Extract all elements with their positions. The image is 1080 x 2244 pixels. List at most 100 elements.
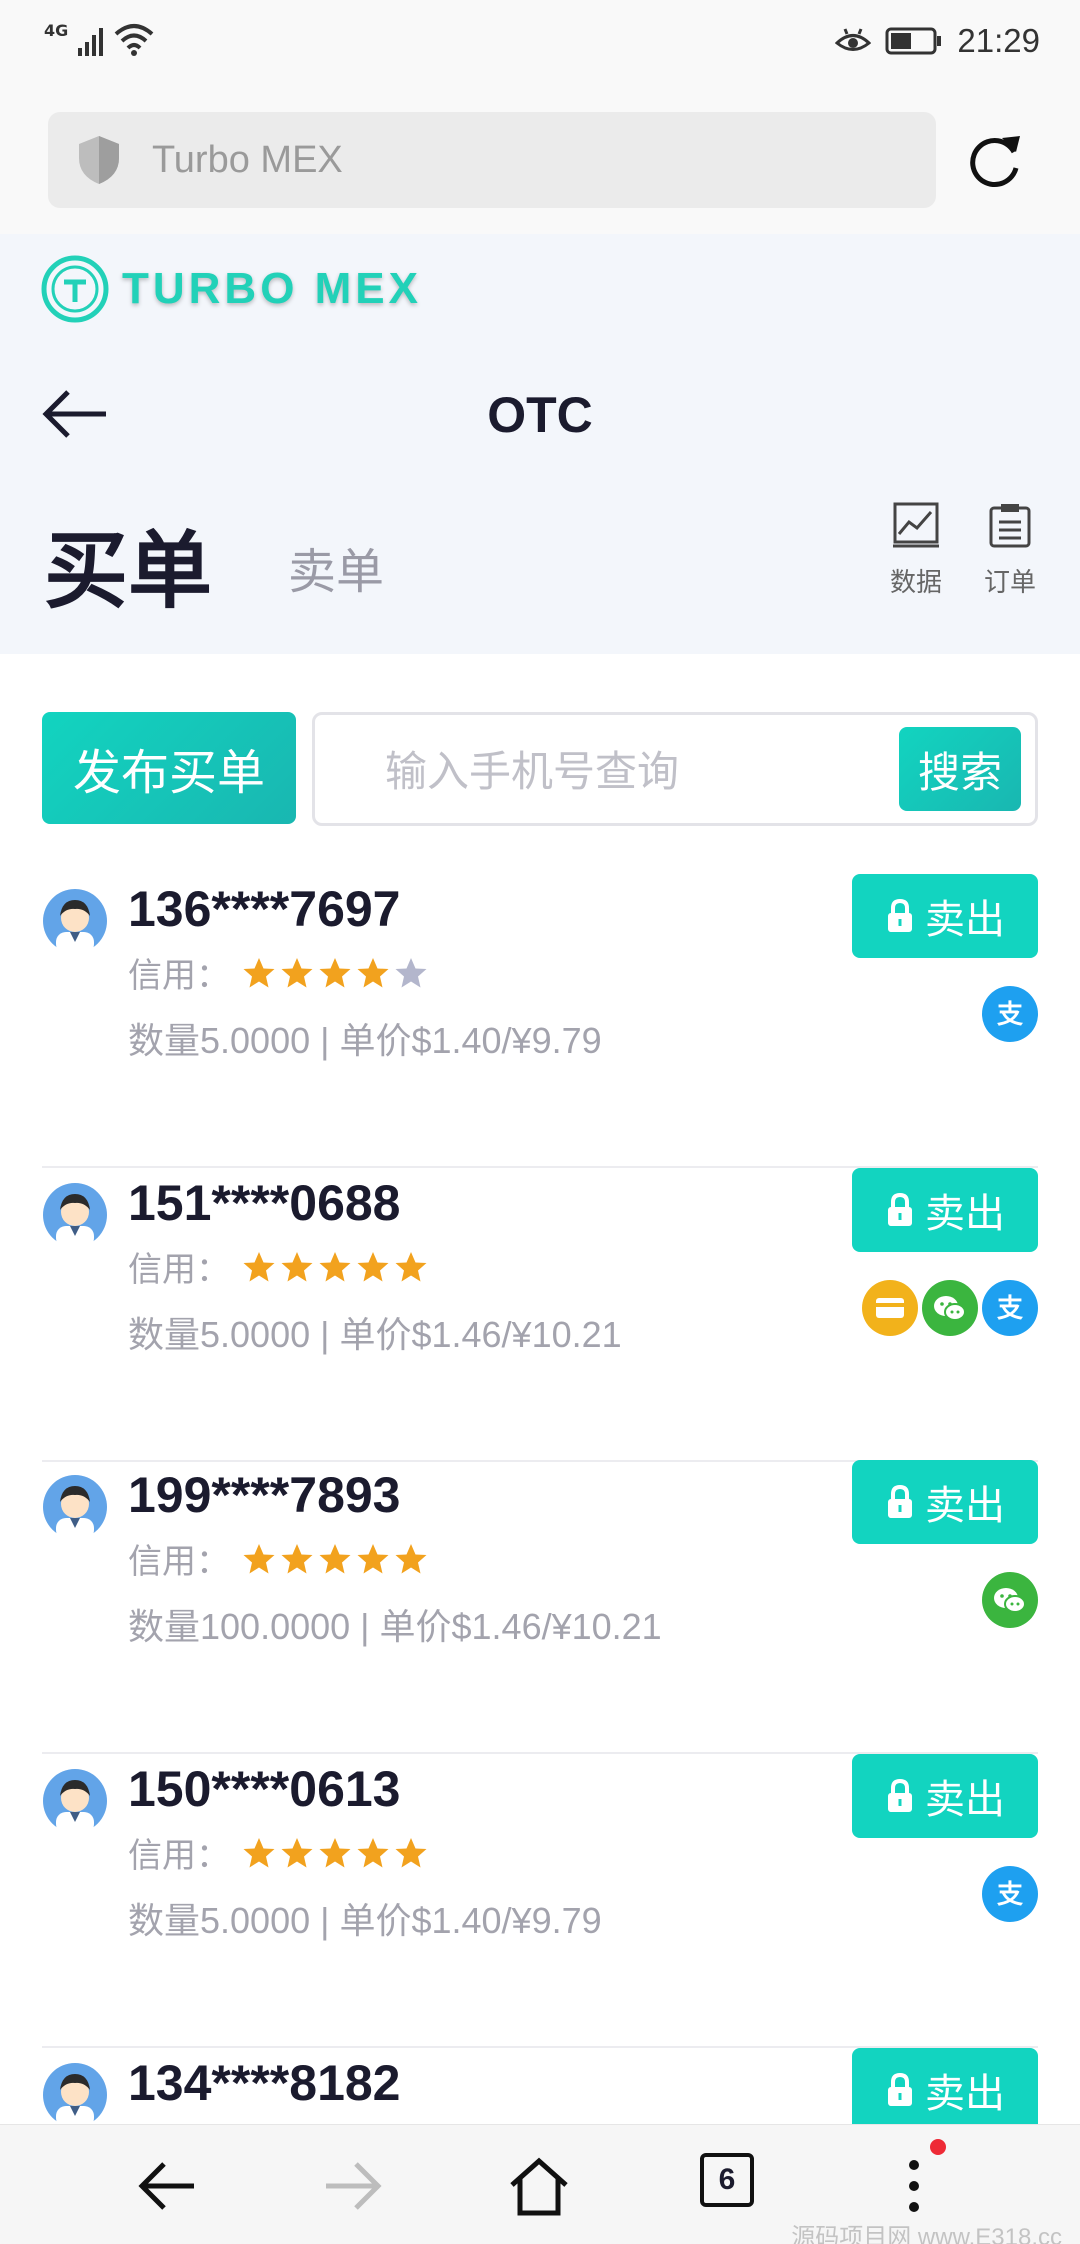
listing-details: 数量5.0000 | 单价$1.40/¥9.79 xyxy=(128,1020,602,1061)
tab-sell-orders[interactable]: 卖单 xyxy=(288,532,384,602)
star-icon xyxy=(357,1543,389,1573)
credit-label: 信用： xyxy=(128,1250,230,1290)
network-indicators: 4G xyxy=(44,21,154,56)
wechat-icon xyxy=(982,1572,1038,1628)
svg-text:支: 支 xyxy=(997,1294,1023,1324)
avatar xyxy=(42,1474,108,1540)
reload-icon[interactable] xyxy=(966,130,1026,190)
tab-buy-orders[interactable]: 买单 xyxy=(44,504,212,625)
user-phone: 136****7697 xyxy=(128,881,401,937)
sell-label: 卖出 xyxy=(925,1778,1005,1822)
user-phone: 151****0688 xyxy=(128,1175,401,1231)
payment-methods: 支 xyxy=(862,1280,1038,1336)
battery-icon xyxy=(885,27,942,55)
star-icon xyxy=(243,1543,275,1573)
data-button[interactable]: 数据 xyxy=(890,502,942,599)
wifi-icon xyxy=(114,24,154,56)
credit-label: 信用： xyxy=(128,956,230,996)
svg-text:支: 支 xyxy=(997,1880,1023,1910)
page-title: OTC xyxy=(487,387,593,443)
logo-text: TURBO MEX xyxy=(122,264,422,313)
star-icon xyxy=(395,957,427,987)
star-icon xyxy=(281,957,313,987)
payment-methods: 支 xyxy=(982,986,1038,1042)
sell-label: 卖出 xyxy=(925,1192,1005,1236)
sell-label: 卖出 xyxy=(925,898,1005,942)
nav-forward-icon[interactable] xyxy=(322,2155,384,2217)
sell-button[interactable]: 卖出 xyxy=(852,2048,1038,2132)
sell-button[interactable]: 卖出 xyxy=(852,874,1038,958)
nav-menu-icon[interactable] xyxy=(900,2155,962,2217)
star-icon xyxy=(243,1251,275,1281)
star-icon xyxy=(319,1543,351,1573)
star-icon xyxy=(243,1837,275,1867)
listing-details: 数量5.0000 | 单价$1.46/¥10.21 xyxy=(128,1314,622,1355)
svg-text:支: 支 xyxy=(997,1000,1023,1030)
listing-details: 数量5.0000 | 单价$1.40/¥9.79 xyxy=(128,1900,602,1941)
orders-button[interactable]: 订单 xyxy=(984,502,1036,599)
shield-icon xyxy=(79,136,119,184)
avatar xyxy=(42,888,108,954)
payment-methods: 支 xyxy=(982,1866,1038,1922)
star-icon xyxy=(319,957,351,987)
listing-row: 199****7893 信用： 数量100.0000 | 单价$1.46/¥10.2… xyxy=(42,1460,1038,1754)
credit-rating: 信用： xyxy=(128,1242,428,1291)
lock-icon xyxy=(885,1484,915,1520)
rating-stars xyxy=(242,956,428,990)
app-header: TURBO MEX OTC 买单 卖单 数据 订单 xyxy=(0,234,1080,654)
star-icon xyxy=(395,1251,427,1281)
star-icon xyxy=(243,957,275,987)
user-phone: 134****8182 xyxy=(128,2055,401,2111)
star-icon xyxy=(395,1543,427,1573)
chart-icon xyxy=(893,502,939,548)
star-icon xyxy=(319,1251,351,1281)
credit-rating: 信用： xyxy=(128,948,428,997)
nav-back-icon[interactable] xyxy=(136,2155,198,2217)
star-icon xyxy=(281,1251,313,1281)
nav-home-icon[interactable] xyxy=(508,2155,570,2217)
user-phone: 199****7893 xyxy=(128,1467,401,1523)
credit-label: 信用： xyxy=(128,1542,230,1582)
sell-label: 卖出 xyxy=(925,2072,1005,2116)
rating-stars xyxy=(242,1250,428,1284)
logo-mark-icon xyxy=(41,255,109,323)
rating-stars xyxy=(242,1542,428,1576)
address-bar[interactable]: Turbo MEX xyxy=(48,112,936,208)
sell-button[interactable]: 卖出 xyxy=(852,1168,1038,1252)
listing-row: 150****0613 信用： 数量5.0000 | 单价$1.40/¥9.79 卖出… xyxy=(42,1754,1038,2048)
listing-row: 151****0688 信用： 数量5.0000 | 单价$1.46/¥10.21 卖… xyxy=(42,1168,1038,1462)
search-box: 搜索 xyxy=(312,712,1038,826)
avatar xyxy=(42,1768,108,1834)
avatar xyxy=(42,2062,108,2128)
status-bar: 4G 21:29 xyxy=(0,0,1080,86)
star-icon xyxy=(357,1837,389,1867)
browser-bottom-nav: 6 源码项目网 www.E318.cc xyxy=(0,2124,1080,2244)
sell-button[interactable]: 卖出 xyxy=(852,1754,1038,1838)
star-icon xyxy=(281,1543,313,1573)
star-icon xyxy=(281,1837,313,1867)
search-button[interactable]: 搜索 xyxy=(899,727,1021,811)
sell-button[interactable]: 卖出 xyxy=(852,1460,1038,1544)
user-phone: 150****0613 xyxy=(128,1761,401,1817)
lock-icon xyxy=(885,2072,915,2108)
publish-buy-order-button[interactable]: 发布买单 xyxy=(42,712,296,824)
phone-search-input[interactable] xyxy=(385,741,865,801)
clock: 21:29 xyxy=(957,22,1040,59)
lock-icon xyxy=(885,898,915,934)
credit-rating: 信用： xyxy=(128,1534,428,1583)
orders-label: 订单 xyxy=(984,568,1037,598)
status-indicators: 21:29 xyxy=(835,22,1040,60)
avatar xyxy=(42,1182,108,1248)
browser-toolbar: Turbo MEX xyxy=(0,86,1080,234)
data-label: 数据 xyxy=(890,568,943,598)
tabs-count-button[interactable]: 6 xyxy=(700,2153,754,2207)
watermark: 源码项目网 www.E318.cc xyxy=(791,2224,1062,2244)
listing-details: 数量100.0000 | 单价$1.46/¥10.21 xyxy=(128,1606,662,1647)
payment-methods xyxy=(982,1572,1038,1628)
wechat-icon xyxy=(922,1280,978,1336)
card-icon xyxy=(862,1280,918,1336)
eye-comfort-icon xyxy=(835,28,872,51)
address-text: Turbo MEX xyxy=(152,138,343,181)
lock-icon xyxy=(885,1192,915,1228)
alipay-icon: 支 xyxy=(982,986,1038,1042)
